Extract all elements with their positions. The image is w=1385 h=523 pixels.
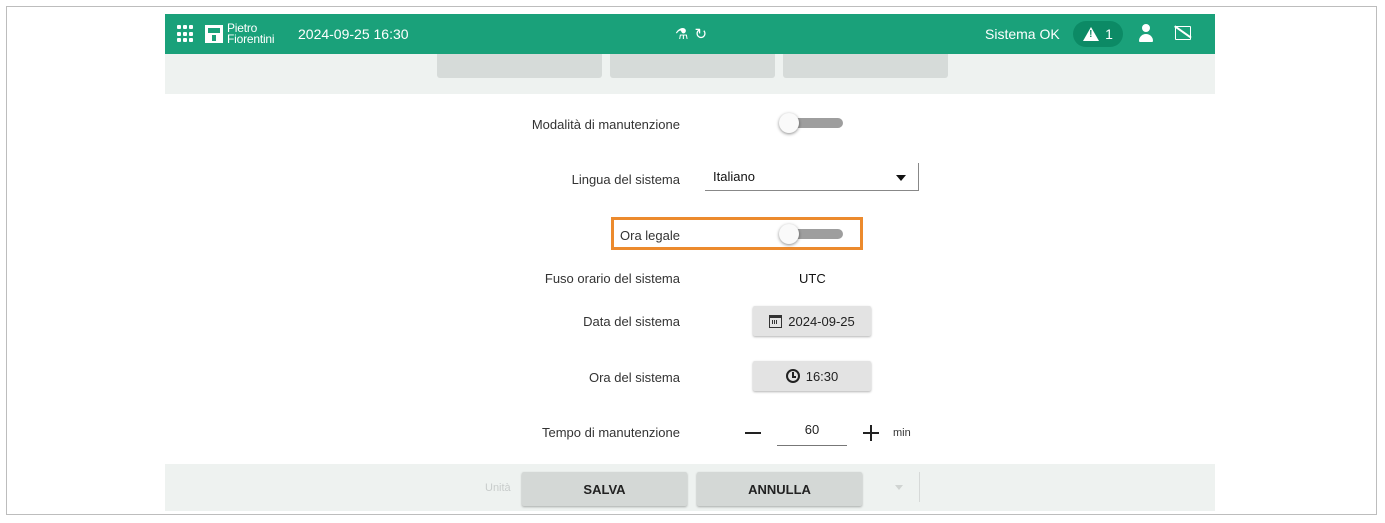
save-button[interactable]: SALVA: [522, 472, 687, 506]
network-disconnected-icon[interactable]: [1175, 26, 1191, 40]
dst-label: Ora legale: [620, 228, 680, 243]
obscured-label: Unità: [485, 482, 511, 494]
maintenance-time-unit: min: [893, 427, 911, 439]
alarm-count: 1: [1105, 26, 1113, 42]
logo-text: Pietro Fiorentini: [227, 22, 275, 46]
language-select[interactable]: Italiano: [705, 163, 919, 191]
apps-grid-icon[interactable]: [177, 25, 195, 43]
language-row: Lingua del sistema Italiano: [165, 163, 1215, 193]
tab-button-3[interactable]: [783, 54, 948, 78]
dropdown-caret-icon: [896, 175, 906, 181]
time-label: Ora del sistema: [588, 370, 680, 385]
date-label: Data del sistema: [583, 314, 680, 329]
user-icon[interactable]: [1138, 24, 1154, 44]
maintenance-time-row: Tempo di manutenzione 60 min: [165, 419, 1215, 449]
action-bar: Unità SALVA ANNULLA: [165, 464, 1215, 511]
logo-line-2: Fiorentini: [227, 32, 275, 46]
app-window: Pietro Fiorentini 2024-09-25 16:30 ⚗ ↻ S…: [165, 14, 1215, 511]
dst-toggle[interactable]: [779, 224, 843, 244]
maintenance-mode-label: Modalità di manutenzione: [531, 117, 680, 132]
maintenance-time-input[interactable]: 60: [777, 419, 847, 446]
date-row: Data del sistema 2024-09-25: [165, 306, 1215, 336]
maintenance-time-label: Tempo di manutenzione: [541, 425, 680, 440]
maintenance-mode-toggle[interactable]: [779, 113, 843, 133]
company-logo: Pietro Fiorentini: [205, 22, 275, 46]
sync-icon[interactable]: ↻: [694, 25, 707, 43]
date-value: 2024-09-25: [788, 313, 855, 329]
increment-icon[interactable]: [863, 425, 879, 441]
logo-mark-icon: [205, 25, 223, 43]
current-datetime: 2024-09-25 16:30: [298, 26, 409, 42]
cancel-button[interactable]: ANNULLA: [697, 472, 862, 506]
system-status: Sistema OK: [985, 26, 1060, 42]
obscured-select: [855, 472, 920, 502]
timezone-value: UTC: [799, 271, 826, 286]
time-value: 16:30: [805, 368, 839, 384]
date-picker-button[interactable]: 2024-09-25: [753, 306, 871, 336]
top-bar: Pietro Fiorentini 2024-09-25 16:30 ⚗ ↻ S…: [165, 14, 1215, 54]
language-label: Lingua del sistema: [571, 172, 680, 187]
obscured-caret-icon: [895, 485, 903, 490]
tab-strip: [165, 54, 1215, 94]
timezone-row: Fuso orario del sistema UTC: [165, 268, 1215, 298]
flask-icon[interactable]: ⚗: [675, 25, 688, 43]
tab-button-1[interactable]: [437, 54, 602, 78]
language-value: Italiano: [713, 169, 755, 184]
center-status-icons: ⚗ ↻: [675, 22, 707, 46]
tab-button-2[interactable]: [610, 54, 775, 78]
time-row: Ora del sistema 16:30: [165, 361, 1215, 391]
clock-icon: [785, 369, 800, 383]
time-picker-button[interactable]: 16:30: [753, 361, 871, 391]
alarm-badge[interactable]: 1: [1073, 21, 1123, 47]
timezone-label: Fuso orario del sistema: [544, 271, 680, 286]
decrement-icon[interactable]: [745, 432, 761, 434]
calendar-icon: [769, 314, 783, 328]
maintenance-mode-row: Modalità di manutenzione: [165, 109, 1215, 139]
dst-row: Ora legale: [165, 220, 1215, 250]
warning-icon: [1083, 27, 1100, 41]
